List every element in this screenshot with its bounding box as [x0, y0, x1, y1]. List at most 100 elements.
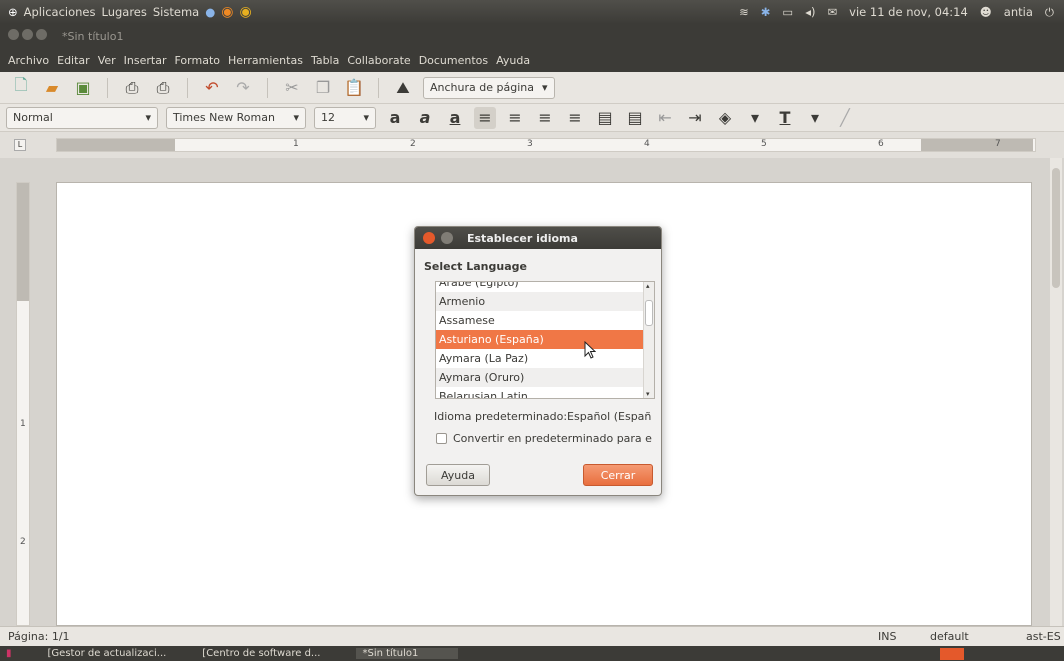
close-button[interactable]: Cerrar: [583, 464, 653, 486]
new-document-icon[interactable]: 🗋: [10, 75, 32, 99]
chevron-down-icon[interactable]: ▾: [744, 107, 766, 129]
taskbar-item-active[interactable]: *Sin título1: [356, 648, 459, 659]
menu-insertar[interactable]: Insertar: [124, 54, 167, 67]
language-status[interactable]: ast-ES: [1026, 630, 1061, 643]
chevron-down-icon[interactable]: ▾: [646, 390, 650, 398]
zoom-select[interactable]: Anchura de página ▾: [423, 76, 555, 99]
menu-editar[interactable]: Editar: [57, 54, 90, 67]
increase-indent-icon[interactable]: ⇥: [684, 107, 706, 129]
list-item[interactable]: Belarusian Latin: [436, 387, 654, 398]
align-right-icon[interactable]: ≡: [534, 107, 556, 129]
toolbar-separator: [267, 77, 268, 98]
numbered-list-icon[interactable]: ▤: [594, 107, 616, 129]
menu-sistema[interactable]: Sistema: [153, 5, 199, 19]
highlight-icon[interactable]: ◈: [714, 107, 736, 129]
chevron-down-icon[interactable]: ▾: [804, 107, 826, 129]
window-title: *Sin título1: [62, 29, 124, 43]
window-minimize-button[interactable]: [22, 29, 33, 40]
print-preview-icon[interactable]: ⎙: [152, 77, 174, 99]
dialog-close-icon[interactable]: [423, 232, 435, 244]
window-maximize-button[interactable]: [36, 29, 47, 40]
menu-lugares[interactable]: Lugares: [101, 5, 146, 19]
ruler-number: 7: [995, 139, 1001, 149]
menu-ayuda[interactable]: Ayuda: [496, 54, 530, 67]
show-desktop-icon[interactable]: ▮: [6, 648, 12, 659]
power-icon[interactable]: ⏻: [1045, 5, 1054, 20]
ruler-number: 2: [20, 537, 26, 547]
bullet-list-icon[interactable]: ▤: [624, 107, 646, 129]
italic-icon[interactable]: a: [414, 107, 436, 129]
page-style[interactable]: default: [930, 630, 969, 643]
decrease-indent-icon[interactable]: ⇤: [654, 107, 676, 129]
save-icon[interactable]: ▣: [72, 77, 94, 99]
menu-documentos[interactable]: Documentos: [419, 54, 488, 67]
list-item[interactable]: Árabe (Egipto): [436, 282, 654, 292]
battery-icon[interactable]: ▭: [782, 5, 793, 19]
redo-icon[interactable]: ↷: [232, 77, 254, 99]
list-item[interactable]: Armenio: [436, 292, 654, 311]
taskbar-item[interactable]: [Gestor de actualizaci...: [48, 648, 167, 659]
scrollbar-thumb[interactable]: [645, 300, 653, 326]
chevron-up-icon[interactable]: ▴: [646, 282, 650, 290]
help-button[interactable]: Ayuda: [426, 464, 490, 486]
menubar: Archivo Editar Ver Insertar Formato Herr…: [0, 48, 1064, 72]
list-item[interactable]: Aymara (La Paz): [436, 349, 654, 368]
menu-aplicaciones[interactable]: Aplicaciones: [24, 5, 96, 19]
underline-icon[interactable]: a: [444, 107, 466, 129]
set-default-checkbox[interactable]: [436, 433, 447, 444]
set-default-row[interactable]: Convertir en predeterminado para e: [436, 432, 662, 445]
taskbar-item[interactable]: [Centro de software d...: [202, 648, 320, 659]
list-item[interactable]: Assamese: [436, 311, 654, 330]
insert-mode[interactable]: INS: [878, 630, 896, 643]
mail-icon[interactable]: ✉: [828, 5, 838, 19]
clock[interactable]: vie 11 de nov, 04:14: [849, 5, 968, 19]
undo-icon[interactable]: ↶: [201, 77, 223, 99]
chrome-icon[interactable]: ◉: [239, 4, 251, 20]
style-select[interactable]: Normal ▾: [6, 106, 158, 129]
user-name[interactable]: antia: [1004, 5, 1033, 19]
window-close-button[interactable]: [8, 29, 19, 40]
align-center-icon[interactable]: ≡: [504, 107, 526, 129]
menu-collaborate[interactable]: Collaborate: [347, 54, 410, 67]
menu-herramientas[interactable]: Herramientas: [228, 54, 303, 67]
cut-icon[interactable]: ✂: [281, 77, 303, 99]
language-list-scrollbar[interactable]: ▴ ▾: [643, 282, 654, 398]
image-icon[interactable]: ⛰: [392, 77, 414, 99]
firefox-icon[interactable]: ◉: [221, 4, 233, 20]
font-size-select[interactable]: 12 ▾: [314, 106, 376, 129]
list-item[interactable]: Aymara (Oruro): [436, 368, 654, 387]
pencil-icon[interactable]: ╱: [834, 107, 856, 129]
paste-icon[interactable]: 📋: [343, 77, 365, 99]
menu-archivo[interactable]: Archivo: [8, 54, 49, 67]
horizontal-ruler[interactable]: 1 2 3 4 5 6 7: [56, 138, 1036, 152]
text-color-icon[interactable]: T: [774, 107, 796, 129]
menu-formato[interactable]: Formato: [175, 54, 221, 67]
ruler-number: 2: [410, 139, 416, 149]
menu-ver[interactable]: Ver: [98, 54, 116, 67]
set-default-label[interactable]: Convertir en predeterminado para e: [453, 432, 652, 445]
user-icon[interactable]: ☻: [980, 5, 992, 19]
wifi-icon[interactable]: ≋: [739, 5, 749, 19]
menu-tabla[interactable]: Tabla: [311, 54, 339, 67]
copy-icon[interactable]: ❐: [312, 77, 334, 99]
chevron-down-icon: ▾: [363, 111, 369, 124]
justify-icon[interactable]: ≡: [564, 107, 586, 129]
volume-icon[interactable]: ◂): [805, 5, 815, 19]
print-icon[interactable]: ⎙: [121, 77, 143, 99]
help-icon[interactable]: ●: [205, 5, 215, 19]
list-item-selected[interactable]: Asturiano (España): [436, 330, 654, 349]
open-folder-icon[interactable]: ▰: [41, 77, 63, 99]
bluetooth-icon[interactable]: ✱: [761, 5, 771, 19]
tab-stop-icon[interactable]: L: [14, 139, 26, 151]
language-list[interactable]: Árabe (Egipto) Armenio Assamese Asturian…: [435, 281, 655, 399]
style-value: Normal: [13, 111, 53, 124]
bold-icon[interactable]: a: [384, 107, 406, 129]
vertical-scrollbar[interactable]: [1050, 158, 1062, 626]
notification-icon[interactable]: [940, 647, 964, 660]
ubuntu-menu-icon[interactable]: ⊕: [8, 5, 18, 19]
scrollbar-thumb[interactable]: [1052, 168, 1060, 288]
dialog-minimize-icon[interactable]: [441, 232, 453, 244]
vertical-ruler[interactable]: 1 2: [16, 182, 30, 626]
align-left-icon[interactable]: ≡: [474, 106, 496, 129]
font-select[interactable]: Times New Roman ▾: [166, 106, 306, 129]
